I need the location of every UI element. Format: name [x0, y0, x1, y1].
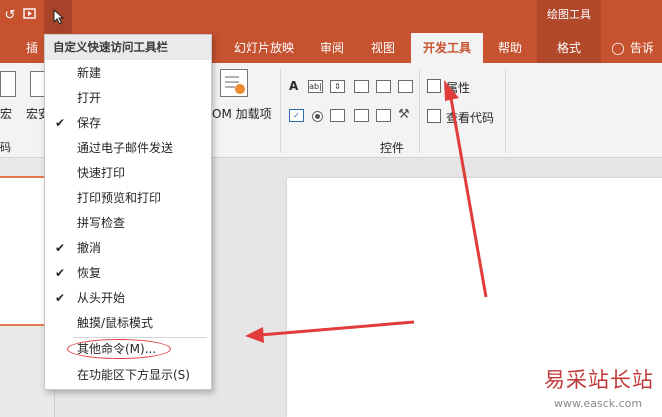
menu-item-label: 拼写检查 — [77, 216, 126, 230]
menu-item-print-preview[interactable]: 打印预览和打印 — [45, 186, 211, 211]
drawing-tools-header: 绘图工具 — [537, 0, 601, 33]
textbox-control-icon[interactable]: ab| — [308, 80, 323, 93]
checkmark-icon: ✔ — [55, 291, 66, 305]
image-control-icon[interactable] — [376, 80, 391, 93]
menu-item-email[interactable]: 通过电子邮件发送 — [45, 136, 211, 161]
watermark-text: 易采站长站 — [544, 368, 654, 392]
com-addins-icon[interactable] — [220, 69, 248, 97]
tab-developer[interactable]: 开发工具 — [411, 33, 483, 63]
group-divider — [280, 69, 281, 153]
spin-button-control-icon[interactable]: ⇕ — [330, 80, 345, 93]
group-divider — [505, 69, 506, 153]
menu-item-label: 通过电子邮件发送 — [77, 141, 174, 155]
menu-item-from-beginning[interactable]: ✔ 从头开始 — [45, 286, 211, 311]
tab-format[interactable]: 格式 — [537, 33, 601, 63]
cursor-icon — [53, 9, 65, 25]
option-button-control-icon[interactable] — [312, 111, 323, 122]
checkbox-control-icon[interactable]: ✓ — [289, 109, 304, 122]
slide-thumbnail[interactable] — [0, 176, 48, 326]
visual-basic-label: 宏 — [0, 107, 13, 121]
title-bar: ↺ 绘图工具 — [0, 0, 662, 33]
tab-review[interactable]: 审阅 — [308, 33, 356, 63]
menu-title: 自定义快速访问工具栏 — [45, 35, 211, 60]
properties-label[interactable]: 属性 — [446, 79, 470, 96]
tab-view[interactable]: 视图 — [358, 33, 408, 63]
menu-item-spelling[interactable]: 拼写检查 — [45, 211, 211, 236]
listbox-control-icon[interactable] — [330, 109, 345, 122]
menu-item-redo[interactable]: ✔ 恢复 — [45, 261, 211, 286]
menu-item-quick-print[interactable]: 快速打印 — [45, 161, 211, 186]
menu-item-show-below-ribbon[interactable]: 在功能区下方显示(S) — [45, 363, 211, 388]
checkmark-icon: ✔ — [55, 116, 66, 130]
menu-item-label: 快速打印 — [77, 166, 126, 180]
start-from-beginning-icon[interactable] — [20, 6, 40, 26]
menu-item-undo[interactable]: ✔ 撤消 — [45, 236, 211, 261]
checkmark-icon: ✔ — [55, 266, 66, 280]
lightbulb-icon[interactable]: ◯ — [608, 33, 628, 63]
watermark-url: www.easck.com — [554, 397, 643, 410]
annotation-circle — [67, 339, 171, 359]
menu-item-label: 保存 — [77, 116, 102, 130]
toggle-button-control-icon[interactable] — [376, 109, 391, 122]
menu-item-touch-mode[interactable]: 触摸/鼠标模式 — [45, 311, 211, 336]
tab-file[interactable]: ​ — [0, 33, 12, 63]
menu-item-label: 新建 — [77, 66, 102, 80]
view-code-label[interactable]: 查看代码 — [446, 109, 494, 126]
visual-basic-icon[interactable] — [0, 71, 16, 97]
menu-item-label: 在功能区下方显示(S) — [77, 368, 190, 382]
menu-item-label: 触摸/鼠标模式 — [77, 316, 154, 330]
tab-tell-me[interactable]: 告诉 — [630, 33, 662, 63]
view-code-icon[interactable] — [427, 109, 441, 123]
menu-item-label: 恢复 — [77, 266, 102, 280]
undo-icon[interactable]: ↺ — [0, 6, 20, 26]
menu-item-label: 打印预览和打印 — [77, 191, 162, 205]
menu-item-label: 从头开始 — [77, 291, 126, 305]
menu-item-label: 打开 — [77, 91, 102, 105]
com-addins-label[interactable]: OM 加载项 — [212, 105, 272, 122]
more-controls-icon[interactable]: ⚒ — [398, 107, 414, 123]
checkmark-icon: ✔ — [55, 241, 66, 255]
combobox-control-icon[interactable] — [354, 109, 369, 122]
menu-item-open[interactable]: 打开 — [45, 86, 211, 111]
group-divider — [419, 69, 420, 153]
tab-insert[interactable]: 插 — [22, 33, 42, 63]
tab-help[interactable]: 帮助 — [485, 33, 535, 63]
customize-qat-dropdown-button[interactable] — [44, 0, 72, 33]
tab-slideshow[interactable]: 幻灯片放映 — [222, 33, 306, 63]
scrollbar-control-icon[interactable] — [398, 80, 413, 93]
properties-icon[interactable] — [427, 79, 441, 93]
command-button-control-icon[interactable] — [354, 80, 369, 93]
code-group-label: 码 — [0, 141, 11, 154]
label-control-icon[interactable]: A — [289, 79, 298, 93]
menu-item-new[interactable]: 新建 — [45, 61, 211, 86]
menu-item-label: 撤消 — [77, 241, 102, 255]
customize-qat-menu: 自定义快速访问工具栏 新建 打开 ✔ 保存 通过电子邮件发送 快速打印 打印预览和… — [44, 34, 212, 390]
menu-item-save[interactable]: ✔ 保存 — [45, 111, 211, 136]
controls-group-label: 控件 — [380, 141, 405, 155]
